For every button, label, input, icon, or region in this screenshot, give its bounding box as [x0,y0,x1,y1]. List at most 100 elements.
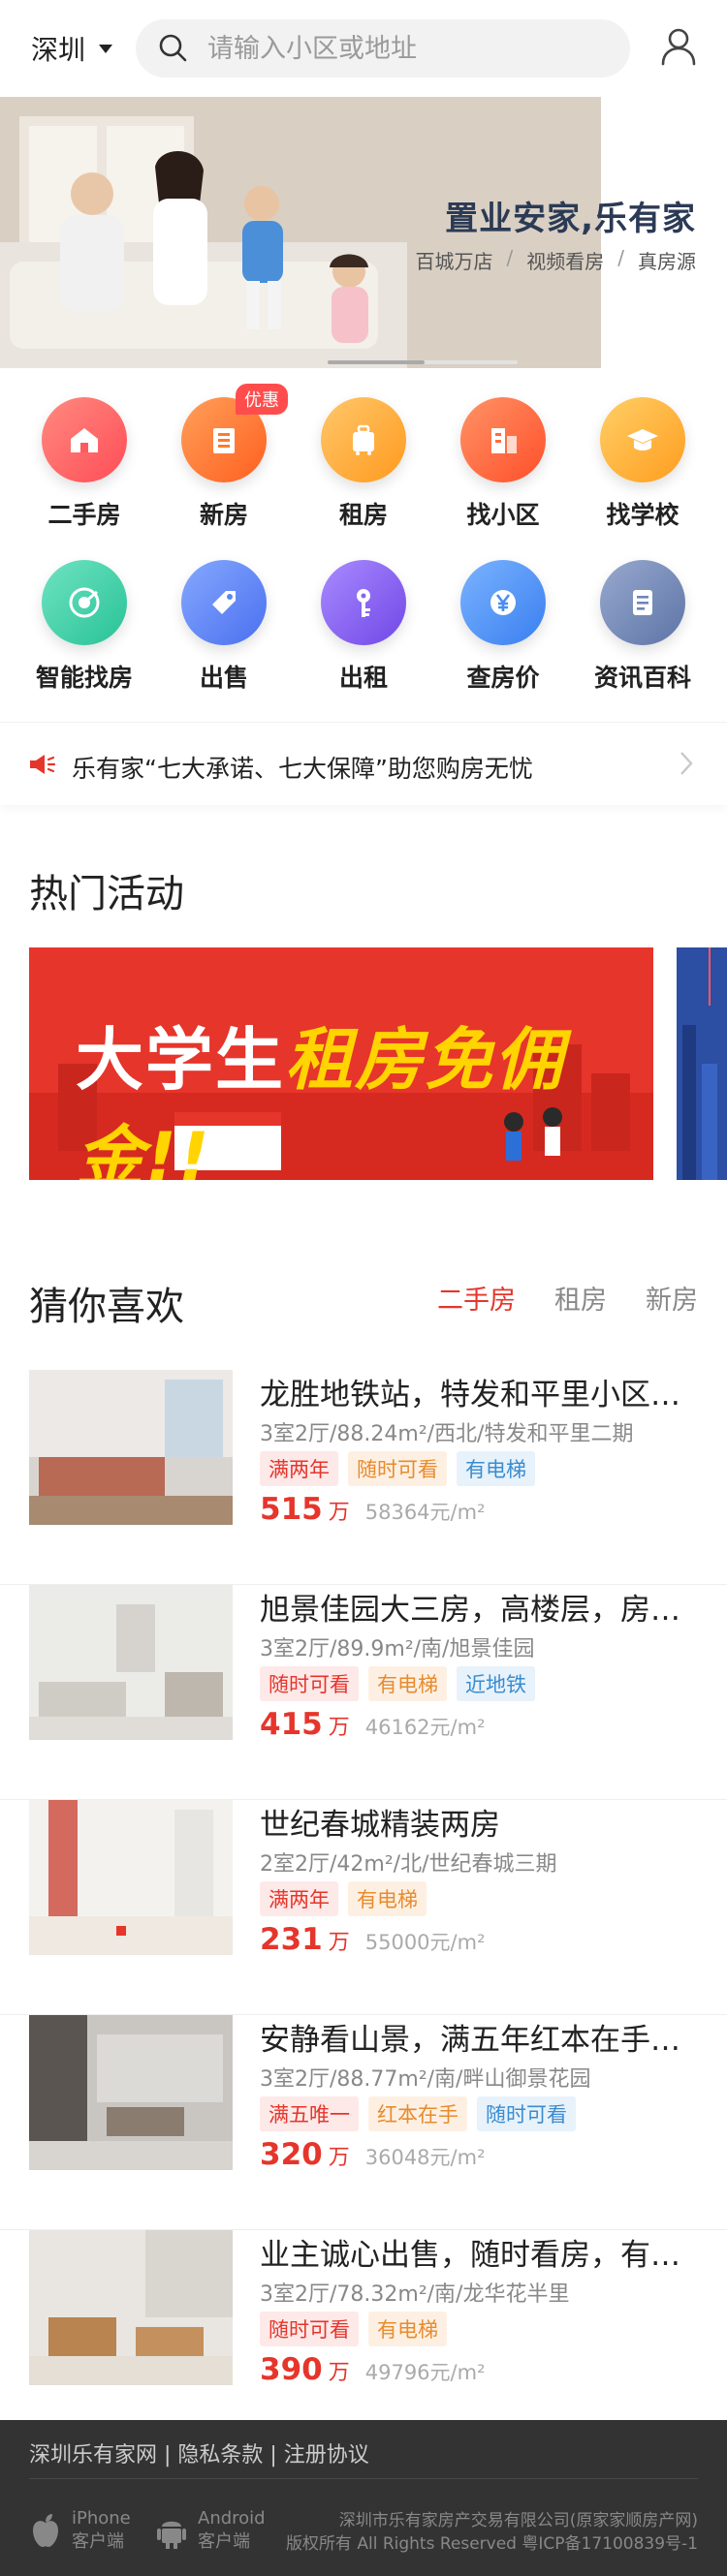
nav-label: 新房 [199,501,248,529]
listing-tag: 随时可看 [348,1451,447,1486]
listing-photo [29,2230,233,2385]
apple-icon [33,2514,58,2547]
hot-activities-title: 热门活动 [29,872,184,916]
app-label: Android 客户端 [198,2507,266,2554]
nav-label: 找小区 [466,501,540,529]
listing-tag: 有电梯 [457,1451,535,1486]
listing-photo [29,1370,233,1525]
price-tag-icon [181,560,267,645]
listing-tag: 近地铁 [457,1666,535,1701]
listing-card[interactable]: 世纪春城精装两房 2室2厅/42m²/北/世纪春城三期 满两年 有电梯 231 … [0,1800,727,2015]
document-icon [600,560,685,645]
radar-icon [42,560,127,645]
listing-meta: 3室2厅/78.32m²/南/龙华花半里 [260,2282,570,2307]
caret-down-icon [99,44,113,53]
listing-photo [29,1800,233,1955]
notice-bar[interactable]: 乐有家“七大承诺、七大保障”助您购房无忧 [0,722,727,805]
graduation-cap-icon [600,397,685,482]
user-profile-icon[interactable] [657,25,700,68]
app-label: iPhone 客户端 [72,2507,131,2554]
price-unit: 万 [328,2146,350,2170]
banner-separator: / [506,246,514,269]
listing-tag: 满两年 [260,1451,338,1486]
listing-tags: 满两年 随时可看 有电梯 [260,1451,535,1486]
banner-title: 置业安家,乐有家 [445,200,696,238]
listing-title: 世纪春城精装两房 [260,1808,500,1843]
price-value: 231 [260,1922,323,1957]
app-name: iPhone [72,2508,131,2529]
rights-text: 版权所有 All Rights Reserved 粤ICP备17100839号-… [285,2534,698,2554]
notice-text: 乐有家“七大承诺、七大保障”助您购房无忧 [72,755,533,783]
banner-feature: 视频看房 [526,250,605,273]
listing-tag: 有电梯 [368,1666,447,1701]
city-label: 深圳 [31,34,86,66]
next-promo-banner[interactable] [677,947,727,1180]
copyright: 深圳市乐有家房产交易有限公司(原家家顺房产网) 版权所有 All Rights … [286,2509,698,2556]
banner-features: 百城万店 / 视频看房 / 真房源 [416,246,697,274]
nav-sell[interactable]: 出售 [151,560,297,694]
nav-label: 智能找房 [35,664,133,692]
house-icon [42,397,127,482]
nav-lease[interactable]: 出租 [291,560,436,694]
nav-label: 查房价 [466,664,540,692]
iphone-app-link[interactable]: iPhone 客户端 [29,2507,131,2554]
nav-rent[interactable]: 租房 [291,397,436,531]
tab-new-house[interactable]: 新房 [646,1279,698,1317]
listing-tag: 有电梯 [348,1881,427,1916]
price-unit: 万 [328,2361,350,2385]
listing-meta: 3室2厅/88.77m²/南/畔山御景花园 [260,2067,591,2092]
nav-smart-search[interactable]: 智能找房 [12,560,157,694]
app-name: Android [198,2508,266,2529]
city-selector[interactable]: 深圳 [31,29,113,68]
price-value: 320 [260,2137,323,2172]
price-unit: 万 [328,1716,350,1740]
listing-price: 515 万 58364元/m² [260,1492,486,1527]
unit-price: 36048元/m² [364,2146,486,2169]
app-sub: 客户端 [198,2531,250,2552]
nav-label: 找学校 [606,501,680,529]
listing-tags: 满两年 有电梯 [260,1881,427,1916]
listing-tag: 随时可看 [260,2312,359,2346]
listing-card[interactable]: 安静看山景，满五年红本在手… 3室2厅/88.77m²/南/畔山御景花园 满五唯… [0,2015,727,2230]
search-bar[interactable] [136,19,630,78]
listing-tag: 有电梯 [368,2312,447,2346]
listing-card[interactable]: 旭景佳园大三房，高楼层，房… 3室2厅/89.9m²/南/旭景佳园 随时可看 有… [0,1585,727,1800]
nav-news[interactable]: 资讯百科 [570,560,715,694]
nav-second-hand[interactable]: 二手房 [12,397,157,531]
nav-house-price[interactable]: 查房价 [430,560,576,694]
nav-new-house[interactable]: 优惠 新房 [151,384,297,531]
company-name: 深圳市乐有家房产交易有限公司(原家家顺房产网) [338,2511,698,2530]
listing-price: 415 万 46162元/m² [260,1707,486,1742]
hero-banner[interactable]: 置业安家,乐有家 百城万店 / 视频看房 / 真房源 [0,97,727,368]
listing-tag: 随时可看 [477,2096,576,2131]
promo-text-white: 大学生 [76,1020,285,1100]
listing-title: 业主诚心出售，随时看房，有… [260,2238,680,2273]
nav-label: 出售 [199,664,248,692]
carousel-indicator [328,360,518,364]
listing-card[interactable]: 龙胜地铁站，特发和平里小区… 3室2厅/88.24m²/西北/特发和平里二期 满… [0,1370,727,1585]
nav-find-community[interactable]: 找小区 [430,397,576,531]
listing-card[interactable]: 业主诚心出售，随时看房，有… 3室2厅/78.32m²/南/龙华花半里 随时可看… [0,2230,727,2445]
price-value: 390 [260,2352,323,2387]
banner-separator: / [617,246,624,269]
community-icon [460,397,546,482]
price-value: 515 [260,1492,323,1527]
tab-rent[interactable]: 租房 [554,1279,607,1317]
banner-feature: 真房源 [638,250,696,273]
search-input[interactable] [207,33,615,64]
promo-banner[interactable]: 大学生租房免佣金!! [29,947,653,1180]
nav-find-school[interactable]: 找学校 [570,397,715,531]
tab-second-hand[interactable]: 二手房 [437,1279,516,1317]
footer-divider [29,2478,698,2479]
android-app-link[interactable]: Android 客户端 [155,2507,266,2554]
suitcase-icon [321,397,406,482]
listing-photo [29,2015,233,2170]
nav-label: 租房 [338,501,388,529]
price-value: 415 [260,1707,323,1742]
listing-title: 旭景佳园大三房，高楼层，房… [260,1593,680,1628]
listing-tag: 满五唯一 [260,2096,359,2131]
nav-label: 二手房 [47,501,121,529]
footer-links[interactable]: 深圳乐有家网 | 隐私条款 | 注册协议 [29,2437,369,2468]
footer: 深圳乐有家网 | 隐私条款 | 注册协议 iPhone 客户端 Android … [0,2420,727,2576]
unit-price: 49796元/m² [364,2361,486,2384]
